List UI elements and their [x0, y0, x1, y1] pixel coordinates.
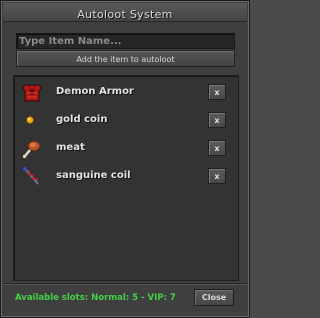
- list-item: Demon Armor x: [20, 81, 232, 107]
- remove-item-button[interactable]: x: [208, 168, 226, 184]
- list-item: meat x: [20, 137, 232, 163]
- autoloot-item-list: Demon Armor x gold coin x meat x sanguin…: [13, 75, 239, 281]
- item-name: sanguine coil: [56, 170, 131, 181]
- remove-item-button[interactable]: x: [208, 112, 226, 128]
- footer-divider: [3, 283, 247, 284]
- demon-armor-icon: [22, 83, 42, 102]
- add-to-autoloot-button[interactable]: Add the item to autoloot: [16, 50, 235, 67]
- remove-item-button[interactable]: x: [208, 84, 226, 100]
- available-slots-text: Available slots: Normal: 5 - VIP: 7: [15, 293, 176, 303]
- list-item: sanguine coil x: [20, 165, 232, 191]
- meat-icon: [22, 140, 41, 159]
- item-name: Demon Armor: [56, 86, 134, 97]
- item-name: gold coin: [56, 114, 108, 125]
- window-titlebar[interactable]: Autoloot System: [3, 3, 247, 22]
- search-field[interactable]: [16, 33, 235, 49]
- sanguine-coil-icon: [23, 167, 41, 187]
- window-title: Autoloot System: [77, 8, 173, 21]
- item-name-input[interactable]: [19, 34, 232, 49]
- close-button[interactable]: Close: [194, 289, 234, 306]
- remove-item-button[interactable]: x: [208, 140, 226, 156]
- item-name: meat: [56, 142, 85, 153]
- gold-coin-icon: [26, 116, 34, 124]
- list-item: gold coin x: [20, 109, 232, 135]
- autoloot-window: Autoloot System Add the item to autoloot…: [0, 0, 250, 318]
